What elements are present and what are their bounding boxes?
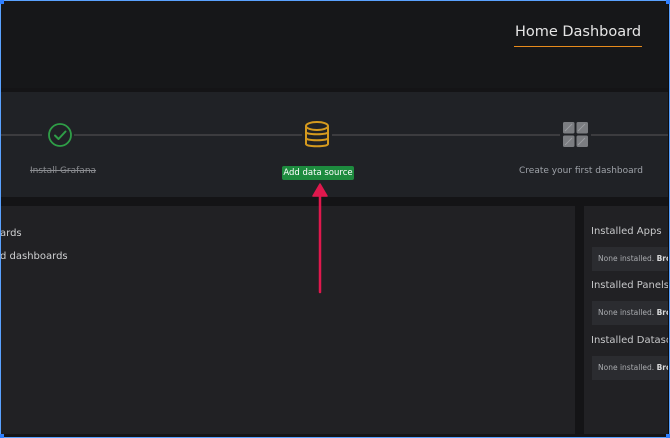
top-navbar: Home Dashboard — [0, 0, 670, 88]
add-data-source-button[interactable]: Add data source — [282, 166, 354, 180]
frame-corner — [0, 434, 4, 438]
database-icon[interactable] — [302, 119, 332, 151]
installed-apps-heading: Installed Apps — [591, 226, 662, 237]
step-connector — [332, 134, 560, 136]
check-circle-icon — [48, 123, 72, 147]
step-label-install-grafana: Install Grafana — [30, 166, 97, 176]
installed-panels-box: None installed. Bro — [592, 301, 670, 325]
none-installed-text: None installed. — [598, 308, 655, 317]
annotation-arrow-icon — [312, 183, 328, 294]
dashboards-panel: ards d dashboards — [0, 206, 575, 434]
dashboard-grid-icon — [562, 121, 589, 148]
installed-panels-heading: Installed Panels — [591, 280, 669, 291]
starred-dashboards-link[interactable]: ards — [0, 228, 22, 239]
frame-corner — [666, 434, 670, 438]
frame-corner — [0, 0, 4, 4]
step-connector — [591, 134, 670, 136]
divider — [0, 197, 670, 206]
none-installed-text: None installed. — [598, 363, 655, 372]
step-connector — [74, 134, 302, 136]
installed-datasources-heading: Installed Datasou — [591, 335, 670, 346]
step-label-create-dashboard[interactable]: Create your first dashboard — [519, 166, 643, 176]
installed-datasources-box: None installed. Bro — [592, 356, 670, 380]
recent-dashboards-link[interactable]: d dashboards — [0, 251, 68, 262]
none-installed-text: None installed. — [598, 254, 655, 263]
panel-gutter — [575, 206, 584, 438]
plugins-panel: Installed Apps None installed. Bro Insta… — [584, 206, 670, 434]
step-connector — [0, 134, 42, 136]
installed-apps-box: None installed. Bro — [592, 247, 670, 271]
dashboard-title-button[interactable]: Home Dashboard — [514, 20, 642, 47]
frame-corner — [666, 0, 670, 4]
